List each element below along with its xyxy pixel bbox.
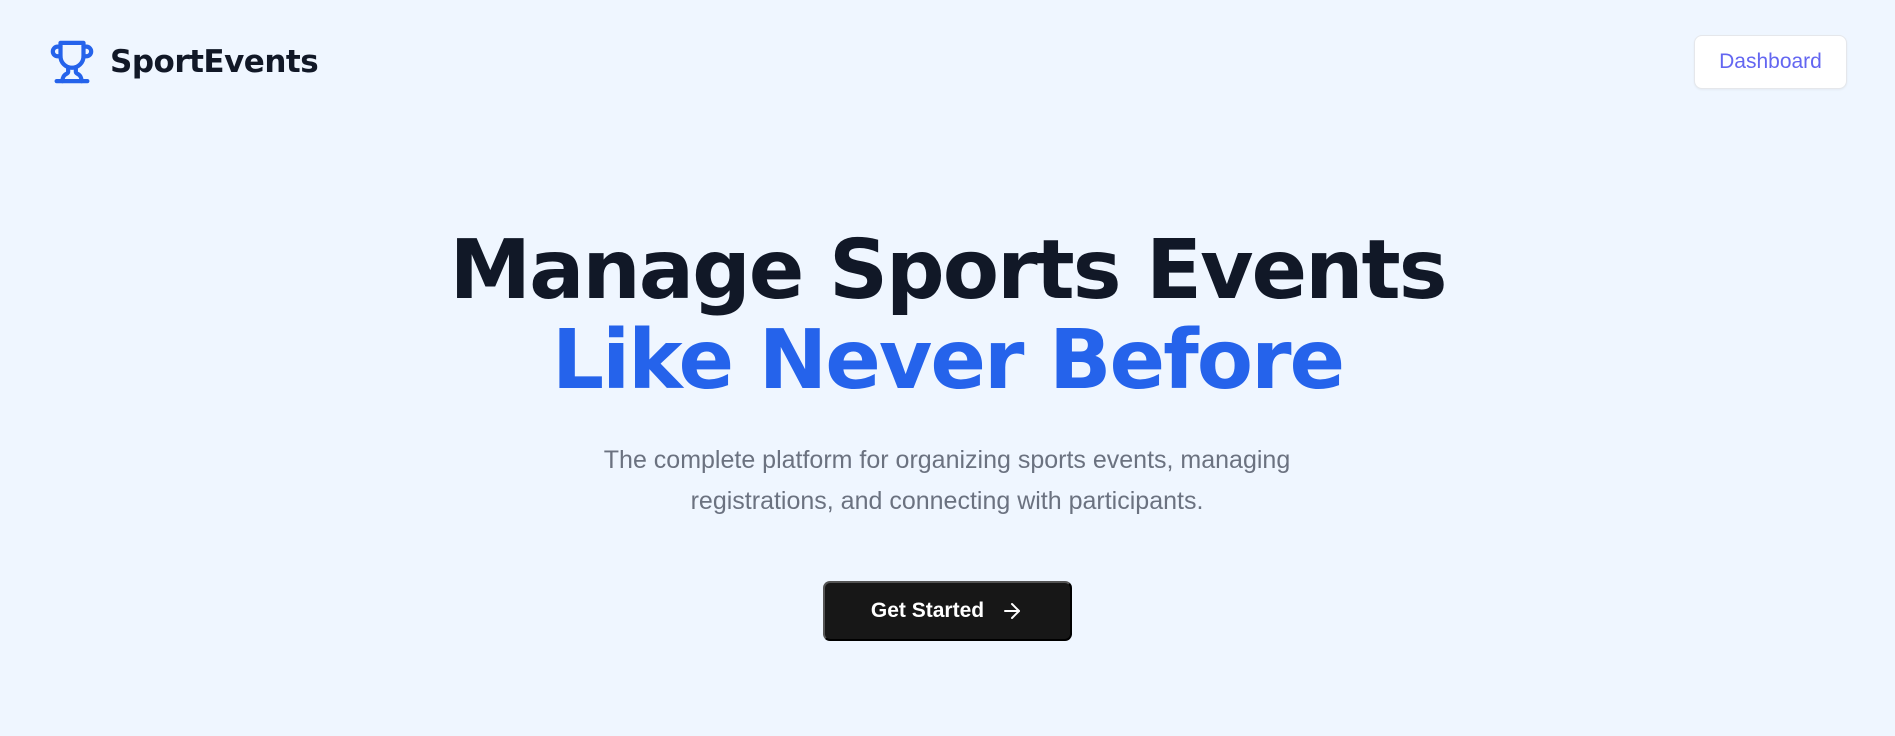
hero-section: Manage Sports Events Like Never Before T… [0,126,1895,736]
dashboard-button[interactable]: Dashboard [1694,35,1847,89]
site-header: SportEvents Dashboard [0,0,1895,126]
hero-headline-line1: Manage Sports Events [449,223,1447,318]
hero-subtitle: The complete platform for organizing spo… [547,440,1347,522]
arrow-right-icon [1000,599,1024,623]
hero-subtitle-line1: The complete platform for organizing spo… [603,446,1291,474]
hero-headline-line2: Like Never Before [551,313,1345,408]
landing-page: SportEvents Dashboard Manage Sports Even… [0,0,1895,736]
brand-logo-link[interactable]: SportEvents [48,38,319,86]
get-started-button[interactable]: Get Started [823,581,1072,641]
trophy-icon [48,38,96,86]
brand-name: SportEvents [110,44,319,80]
hero-subtitle-line2: registrations, and connecting with parti… [690,487,1204,515]
get-started-label: Get Started [870,599,985,622]
